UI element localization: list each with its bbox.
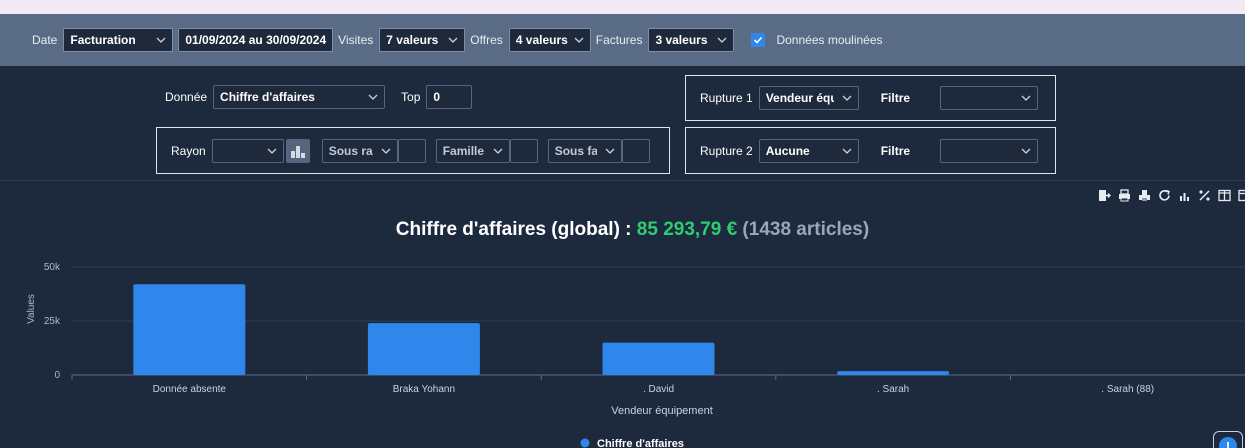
bar[interactable] — [837, 371, 950, 375]
rayon-box: Rayon Sous rayon Famille — [156, 127, 670, 174]
hierarchy-icon[interactable] — [285, 139, 310, 163]
visites-select[interactable]: 7 valeurs — [379, 28, 466, 52]
top-label: Top — [401, 90, 421, 104]
offres-value: 4 valeurs — [515, 33, 568, 47]
bar[interactable] — [367, 323, 480, 375]
rupture2-row: Rupture 2 Aucune Filtre — [700, 139, 1039, 163]
visites-value: 7 valeurs — [386, 33, 439, 47]
y-tick-label: 50k — [44, 262, 61, 273]
chevron-down-icon — [605, 146, 615, 156]
y-axis-label: Values — [26, 294, 37, 324]
y-tick-labels: 0 25k 50k — [44, 262, 61, 381]
x-tick-label: . David — [643, 384, 674, 395]
chevron-down-icon — [448, 35, 458, 45]
donnee-label: Donnée — [165, 90, 208, 104]
rupture2-select[interactable]: Aucune — [758, 139, 859, 163]
top-input[interactable]: 0 — [426, 85, 473, 109]
date-range-value: 01/09/2024 au 30/09/2024 — [185, 33, 327, 47]
filtre1-label: Filtre — [880, 91, 911, 105]
bar[interactable] — [133, 284, 246, 375]
offres-label: Offres — [470, 33, 503, 47]
date-label: Date — [32, 33, 58, 47]
moulinees-label: Données moulinées — [776, 33, 883, 47]
x-tick-label: Donnée absente — [153, 384, 227, 395]
chevron-down-icon — [156, 35, 166, 45]
sous-rayon-select[interactable]: Sous rayon — [321, 139, 398, 163]
rupture2-value: Aucune — [765, 144, 810, 158]
chart-legend[interactable]: Chiffre d'affaires — [580, 438, 684, 448]
sous-famille-value: Sous famille — [554, 144, 597, 158]
rupture1-row: Rupture 1 Vendeur équipement Filtre — [700, 86, 1039, 110]
chevron-down-icon — [381, 146, 391, 156]
rupture1-select[interactable]: Vendeur équipement — [758, 86, 859, 110]
famille-select[interactable]: Famille — [435, 139, 510, 163]
y-tick-label: 25k — [44, 316, 61, 327]
chevron-down-icon — [1021, 93, 1031, 103]
factures-value: 3 valeurs — [655, 33, 708, 47]
y-tick-label: 0 — [54, 370, 60, 381]
rayon-label: Rayon — [171, 144, 206, 158]
factures-label: Factures — [595, 33, 643, 47]
app-root: Date Facturation 01/09/2024 au 30/09/202… — [0, 14, 1245, 448]
info-icon: ! — [1219, 437, 1237, 448]
rupture2-box: Rupture 2 Aucune Filtre — [685, 127, 1056, 174]
rayon-select[interactable] — [211, 139, 284, 163]
date-range-input[interactable]: 01/09/2024 au 30/09/2024 — [178, 28, 334, 52]
date-type-select[interactable]: Facturation — [63, 28, 174, 52]
sous-rayon-extra[interactable] — [397, 139, 426, 163]
visites-label: Visites — [338, 33, 374, 47]
chevron-down-icon — [717, 35, 727, 45]
filtre1-select[interactable] — [940, 86, 1039, 110]
x-tick-labels: Donnée absente Braka Yohann . David . Sarah… — [71, 375, 1154, 395]
chevron-down-icon — [368, 92, 378, 102]
donnee-row: Donnée Chiffre d'affaires Top 0 — [165, 85, 473, 109]
chart-panel: Chiffre d'affaires (global) : 85 293,79 … — [0, 181, 1245, 448]
chevron-down-icon — [842, 93, 852, 103]
chevron-down-icon — [267, 146, 277, 156]
chevron-down-icon — [493, 146, 503, 156]
offres-select[interactable]: 4 valeurs — [508, 28, 591, 52]
moulinees-checkbox[interactable] — [751, 33, 766, 47]
bar[interactable] — [602, 342, 715, 375]
sous-famille-extra[interactable] — [621, 139, 650, 163]
x-tick-label: . Sarah — [877, 384, 909, 395]
check-icon — [754, 36, 763, 44]
x-tick-label: Braka Yohann — [393, 384, 455, 395]
config-panel: Donnée Chiffre d'affaires Top 0 Rayon So… — [0, 66, 1245, 181]
legend-swatch — [580, 438, 590, 448]
x-tick-label: . Sarah (88) — [1101, 384, 1154, 395]
donnee-select[interactable]: Chiffre d'affaires — [213, 85, 386, 109]
filtre2-select[interactable] — [940, 139, 1039, 163]
rupture1-box: Rupture 1 Vendeur équipement Filtre — [685, 75, 1056, 121]
sous-famille-select[interactable]: Sous famille — [547, 139, 622, 163]
filter-bar: Date Facturation 01/09/2024 au 30/09/202… — [0, 14, 1245, 66]
chevron-down-icon — [842, 146, 852, 156]
chevron-down-icon — [1021, 146, 1031, 156]
rupture1-label: Rupture 1 — [700, 91, 753, 105]
sous-rayon-value: Sous rayon — [328, 144, 373, 158]
bar-chart: 0 25k 50k Donnée absente Braka Yohann . Davi… — [26, 262, 1245, 448]
date-type-value: Facturation — [70, 33, 136, 47]
legend-label: Chiffre d'affaires — [597, 438, 684, 448]
chevron-down-icon — [574, 35, 584, 45]
rupture1-value: Vendeur équipement — [765, 91, 834, 105]
chart-bars — [133, 284, 950, 375]
famille-extra[interactable] — [509, 139, 538, 163]
x-axis-label: Vendeur équipement — [611, 405, 713, 417]
rayon-row: Rayon Sous rayon Famille — [171, 139, 650, 163]
donnee-value: Chiffre d'affaires — [220, 90, 315, 104]
famille-value: Famille — [442, 144, 485, 158]
help-button[interactable]: ! — [1213, 431, 1243, 448]
top-value: 0 — [433, 90, 441, 104]
filtre2-label: Filtre — [880, 144, 911, 158]
factures-select[interactable]: 3 valeurs — [648, 28, 735, 52]
rupture2-label: Rupture 2 — [700, 144, 753, 158]
